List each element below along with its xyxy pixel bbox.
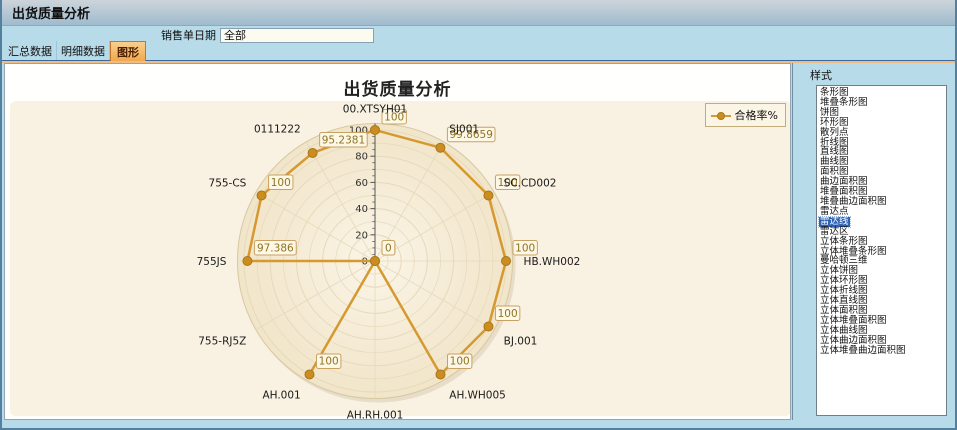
svg-text:AH.WH005: AH.WH005 <box>449 390 506 402</box>
svg-text:100: 100 <box>319 356 339 368</box>
svg-text:755-RJ5Z: 755-RJ5Z <box>198 335 246 347</box>
chart-panel: 出货质量分析 合格率% 02040608010010099.8659100100… <box>4 63 791 420</box>
chart-title: 出货质量分析 <box>5 75 790 100</box>
svg-text:SC.CD002: SC.CD002 <box>504 178 557 190</box>
window-titlebar: 出货质量分析 <box>2 0 955 26</box>
legend-line-marker-icon <box>711 111 731 120</box>
style-panel: 样式 条形图堆叠条形图饼图环形图散列点折线图直线图曲线图面积图曲边面积图堆叠面积… <box>792 63 953 420</box>
tab-detail-data[interactable]: 明细数据 <box>57 41 110 60</box>
svg-text:60: 60 <box>355 178 368 189</box>
svg-text:100: 100 <box>450 356 470 368</box>
svg-text:97.386: 97.386 <box>257 242 294 254</box>
svg-text:SJ001: SJ001 <box>449 123 479 135</box>
date-filter-input[interactable] <box>220 28 374 43</box>
svg-text:755-CS: 755-CS <box>209 178 247 190</box>
style-listbox[interactable]: 条形图堆叠条形图饼图环形图散列点折线图直线图曲线图面积图曲边面积图堆叠面积图堆叠… <box>816 85 947 416</box>
svg-text:80: 80 <box>355 152 368 163</box>
svg-text:20: 20 <box>355 230 368 241</box>
svg-text:AH.RH.001: AH.RH.001 <box>347 410 404 419</box>
svg-text:100: 100 <box>498 308 518 320</box>
tab-bar: 汇总数据 明细数据 图形 <box>2 44 955 61</box>
svg-text:95.2381: 95.2381 <box>322 134 365 146</box>
date-filter-label: 销售单日期 <box>161 27 216 43</box>
style-list-item[interactable]: 立体条形图 <box>819 237 946 247</box>
style-list-item[interactable]: 立体堆叠曲边面积图 <box>819 346 946 356</box>
tab-summary-data[interactable]: 汇总数据 <box>4 41 57 60</box>
radar-chart: 02040608010010099.8659100100100100010009… <box>5 64 790 419</box>
svg-text:100: 100 <box>271 177 291 189</box>
svg-text:0: 0 <box>385 242 392 254</box>
svg-text:AH.001: AH.001 <box>262 390 300 402</box>
svg-text:40: 40 <box>355 204 368 215</box>
svg-text:BJ.001: BJ.001 <box>504 335 538 347</box>
chart-legend: 合格率% <box>705 103 786 127</box>
svg-text:00.XTSYH01: 00.XTSYH01 <box>343 103 407 115</box>
tab-graph[interactable]: 图形 <box>110 41 146 61</box>
page-title: 出货质量分析 <box>12 3 90 22</box>
tab-content: 出货质量分析 合格率% 02040608010010099.8659100100… <box>2 61 955 422</box>
svg-text:0111222: 0111222 <box>254 123 301 135</box>
style-panel-title: 样式 <box>810 67 953 83</box>
app-window: 出货质量分析 销售单日期 汇总数据 明细数据 图形 出货质量分析 合格率% 0 2… <box>0 0 957 430</box>
svg-text:HB.WH002: HB.WH002 <box>524 256 581 268</box>
svg-text:100: 100 <box>515 242 535 254</box>
legend-series-label: 合格率% <box>735 107 778 123</box>
svg-text:755JS: 755JS <box>197 256 227 268</box>
